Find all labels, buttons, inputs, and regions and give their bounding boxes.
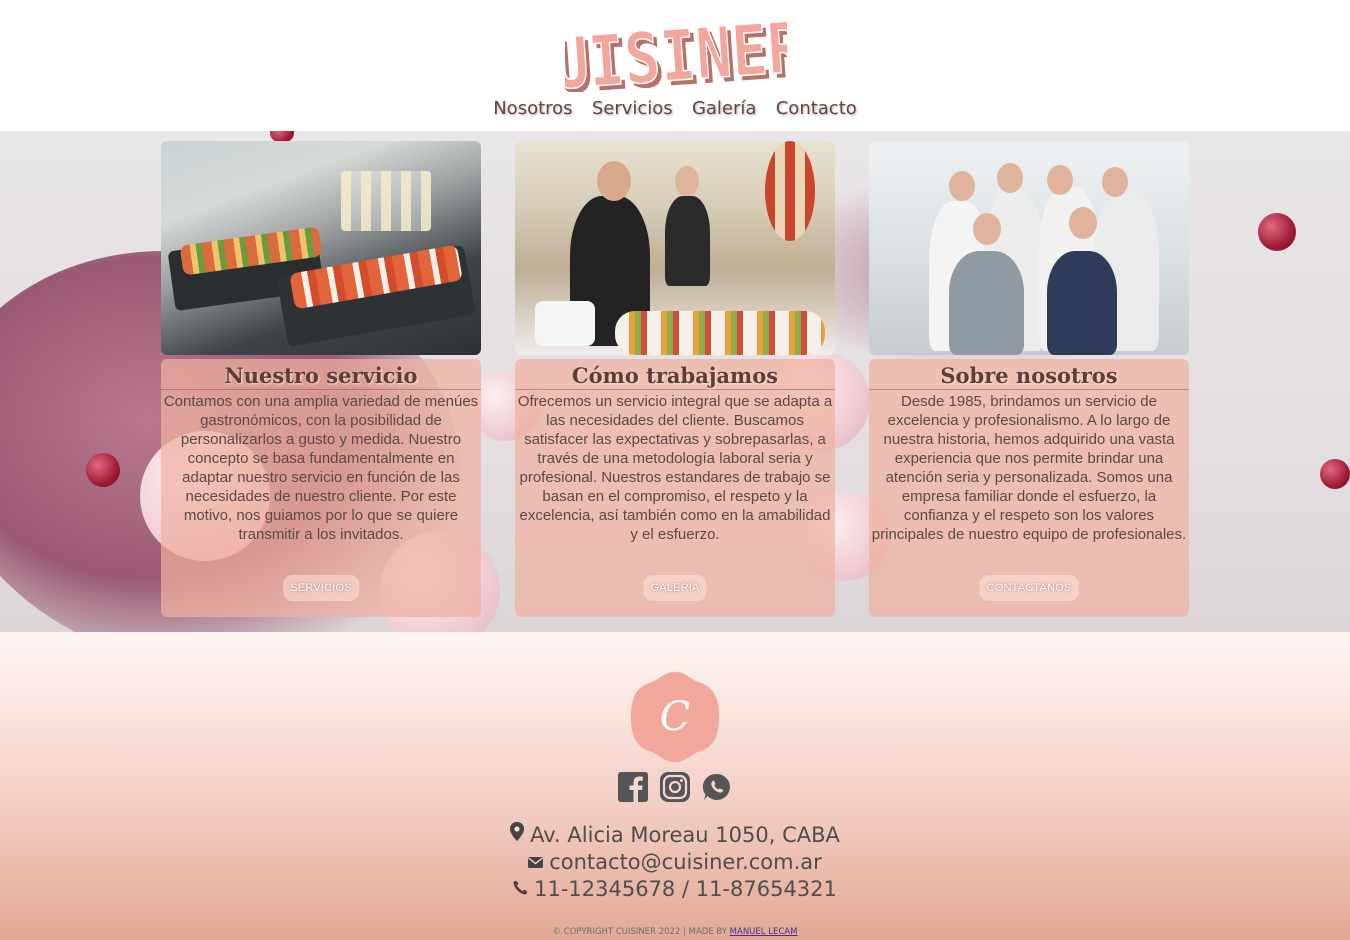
nav-contacto[interactable]: Contacto (776, 98, 857, 119)
galeria-button[interactable]: GALERÍA (643, 575, 707, 601)
background-berry (1320, 459, 1350, 489)
badge-letter: C (660, 694, 691, 740)
author-link[interactable]: MANUEL LECAM (730, 927, 798, 937)
card-text: Ofrecemos un servicio integral que se ad… (517, 393, 833, 543)
card-body: Sobre nosotros Desde 1985, brindamos un … (869, 359, 1189, 617)
card-title: Nuestro servicio (161, 359, 481, 390)
nav-galeria[interactable]: Galería (692, 98, 757, 119)
phone-text: 11-12345678 / 11-87654321 (534, 877, 837, 901)
facebook-icon[interactable] (617, 772, 648, 807)
address-line: Av. Alicia Moreau 1050, CABA (0, 822, 1350, 849)
card-body: Cómo trabajamos Ofrecemos un servicio in… (515, 359, 835, 617)
contactanos-button[interactable]: CONTACTANOS (979, 575, 1079, 601)
card-title: Sobre nosotros (869, 359, 1189, 390)
copyright-text: © COPYRIGHT CUISINER 2022 | MADE BY (552, 927, 730, 937)
nav-nosotros[interactable]: Nosotros (493, 98, 572, 119)
envelope-icon (528, 850, 544, 876)
address-text: Av. Alicia Moreau 1050, CABA (530, 823, 840, 847)
instagram-icon[interactable] (660, 772, 690, 807)
hero-section: Nuestro servicio Contamos con una amplia… (0, 131, 1350, 632)
servicios-button[interactable]: SERVICIOS (283, 575, 359, 601)
social-links (0, 772, 1350, 807)
background-berry (86, 453, 120, 487)
card-title: Cómo trabajamos (515, 359, 835, 390)
contact-info: Av. Alicia Moreau 1050, CABA contacto@cu… (0, 822, 1350, 903)
cuisiner-logo[interactable]: CUISINER CUISINER (565, 0, 787, 92)
chefs-team-photo (869, 141, 1189, 355)
cuisiner-badge-logo: C (630, 672, 720, 762)
map-pin-icon (510, 822, 525, 849)
site-header: CUISINER CUISINER Nosotros Servicios Gal… (0, 0, 1350, 131)
copyright: © COPYRIGHT CUISINER 2022 | MADE BY MANU… (0, 927, 1350, 937)
nav-servicios[interactable]: Servicios (592, 98, 673, 119)
card-body: Nuestro servicio Contamos con una amplia… (161, 359, 481, 617)
card-text: Contamos con una amplia variedad de menú… (163, 393, 479, 543)
site-footer: C Av. Alicia Moreau 1050, CABA contacto@… (0, 632, 1350, 940)
logo-text: CUISINER (565, 8, 787, 92)
catering-food-photo (161, 141, 481, 355)
waitress-buffet-photo (515, 141, 835, 355)
card-sobre-nosotros: Sobre nosotros Desde 1985, brindamos un … (869, 141, 1189, 617)
card-nuestro-servicio: Nuestro servicio Contamos con una amplia… (161, 141, 481, 617)
card-text: Desde 1985, brindamos un servicio de exc… (871, 393, 1187, 543)
phone-line: 11-12345678 / 11-87654321 (0, 876, 1350, 903)
card-como-trabajamos: Cómo trabajamos Ofrecemos un servicio in… (515, 141, 835, 617)
email-line: contacto@cuisiner.com.ar (0, 849, 1350, 876)
background-berry (1258, 213, 1296, 251)
whatsapp-icon[interactable] (702, 772, 732, 807)
phone-icon (513, 877, 528, 903)
email-text[interactable]: contacto@cuisiner.com.ar (549, 850, 822, 874)
main-nav: Nosotros Servicios Galería Contacto (0, 98, 1350, 120)
